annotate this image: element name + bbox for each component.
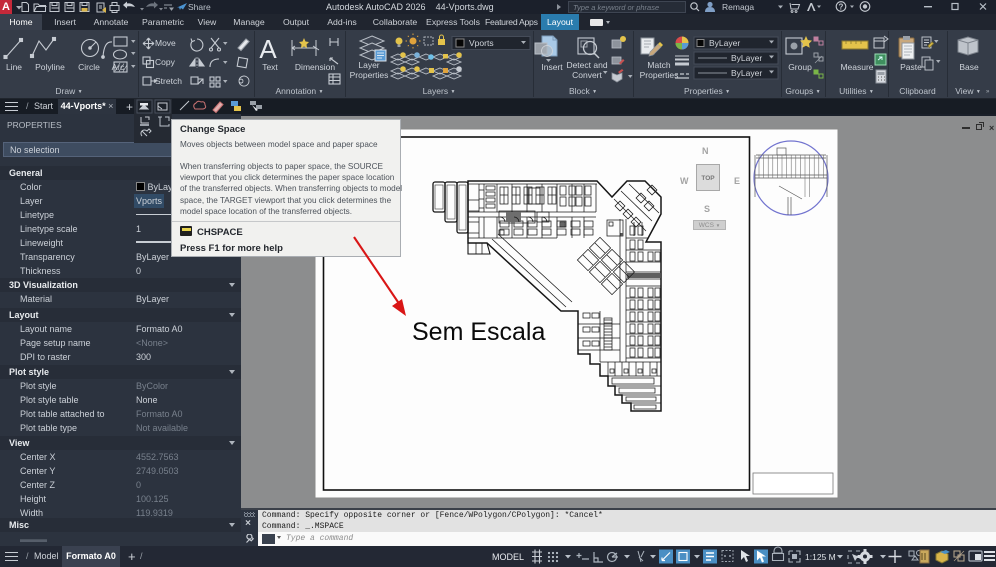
svg-text:ByLayer: ByLayer: [731, 53, 762, 63]
svg-text:Vports: Vports: [469, 38, 494, 48]
svg-text:ByLayer: ByLayer: [709, 38, 740, 48]
svg-text:1:125 M: 1:125 M: [805, 552, 836, 562]
svg-text:Sem Escala: Sem Escala: [412, 318, 545, 346]
svg-text:?: ?: [839, 3, 844, 12]
svg-text:ByLayer: ByLayer: [731, 68, 762, 78]
svg-text:A: A: [259, 34, 277, 64]
